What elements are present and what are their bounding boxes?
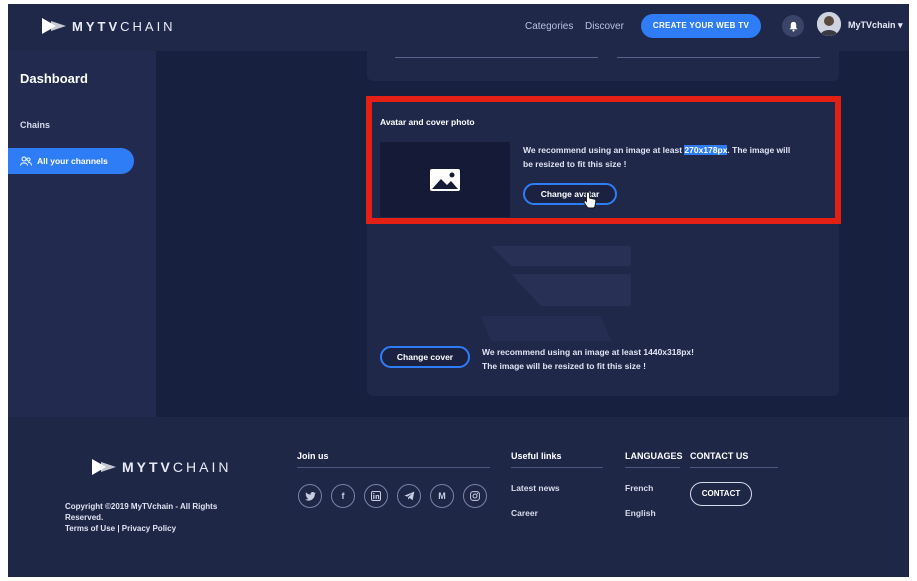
- cover-recommendation: We recommend using an image at least 144…: [482, 347, 694, 371]
- language-english[interactable]: English: [625, 508, 656, 518]
- sidebar-item-all-channels[interactable]: All your channels: [8, 148, 134, 174]
- top-bar: MYTVCHAIN Categories Discover CREATE YOU…: [8, 4, 909, 51]
- logo-icon: [92, 459, 116, 475]
- languages-heading: LANGUAGES: [625, 451, 683, 461]
- brand-logo[interactable]: MYTVCHAIN: [42, 18, 176, 34]
- medium-icon[interactable]: M: [430, 484, 454, 508]
- sidebar-title: Dashboard: [20, 71, 88, 86]
- app-frame: MYTVCHAIN Categories Discover CREATE YOU…: [8, 4, 909, 577]
- sidebar-item-label: All your channels: [37, 156, 108, 166]
- sidebar: Dashboard Chains All your channels: [8, 51, 156, 417]
- footer: [8, 417, 909, 577]
- language-french[interactable]: French: [625, 483, 653, 493]
- footer-divider: [625, 467, 680, 468]
- cover-placeholder-graphic: [481, 246, 631, 341]
- form-card-top: [367, 51, 839, 81]
- footer-divider: [297, 467, 490, 468]
- highlight-box: [366, 96, 841, 224]
- twitter-icon[interactable]: [298, 484, 322, 508]
- username: MyTVchain: [848, 20, 896, 30]
- footer-logo[interactable]: MYTVCHAIN: [92, 459, 231, 475]
- facebook-icon[interactable]: f: [331, 484, 355, 508]
- legal-links[interactable]: Terms of Use | Privacy Policy: [65, 523, 240, 534]
- nav-discover[interactable]: Discover: [585, 21, 624, 32]
- join-us-heading: Join us: [297, 451, 329, 461]
- users-icon: [20, 156, 32, 166]
- footer-link-career[interactable]: Career: [511, 508, 538, 518]
- nav-categories[interactable]: Categories: [525, 21, 573, 32]
- change-cover-button[interactable]: Change cover: [380, 346, 470, 368]
- instagram-icon[interactable]: [463, 484, 487, 508]
- input-underline: [617, 57, 820, 58]
- create-web-tv-button[interactable]: CREATE YOUR WEB TV: [641, 14, 761, 38]
- sidebar-item-chains[interactable]: Chains: [20, 120, 50, 130]
- footer-divider: [511, 467, 603, 468]
- useful-links-heading: Useful links: [511, 451, 562, 461]
- bell-icon: [788, 21, 798, 32]
- linkedin-icon[interactable]: [364, 484, 388, 508]
- footer-link-latest-news[interactable]: Latest news: [511, 483, 560, 493]
- contact-button[interactable]: CONTACT: [690, 482, 752, 506]
- brand-name: MYTVCHAIN: [122, 459, 232, 475]
- copyright-text: Copyright ©2019 MyTVchain - All Rights R…: [65, 501, 240, 534]
- hand-cursor-icon: [583, 191, 597, 209]
- user-photo-icon: [817, 12, 841, 36]
- logo-icon: [42, 18, 66, 34]
- user-menu[interactable]: MyTVchain ▾: [848, 20, 903, 31]
- contact-us-heading: CONTACT US: [690, 451, 749, 461]
- brand-name: MYTVCHAIN: [72, 18, 176, 34]
- user-avatar[interactable]: [817, 12, 841, 36]
- chevron-down-icon: ▾: [898, 20, 903, 30]
- notification-button[interactable]: [782, 15, 804, 37]
- telegram-icon[interactable]: [397, 484, 421, 508]
- footer-divider: [690, 467, 778, 468]
- input-underline: [395, 57, 598, 58]
